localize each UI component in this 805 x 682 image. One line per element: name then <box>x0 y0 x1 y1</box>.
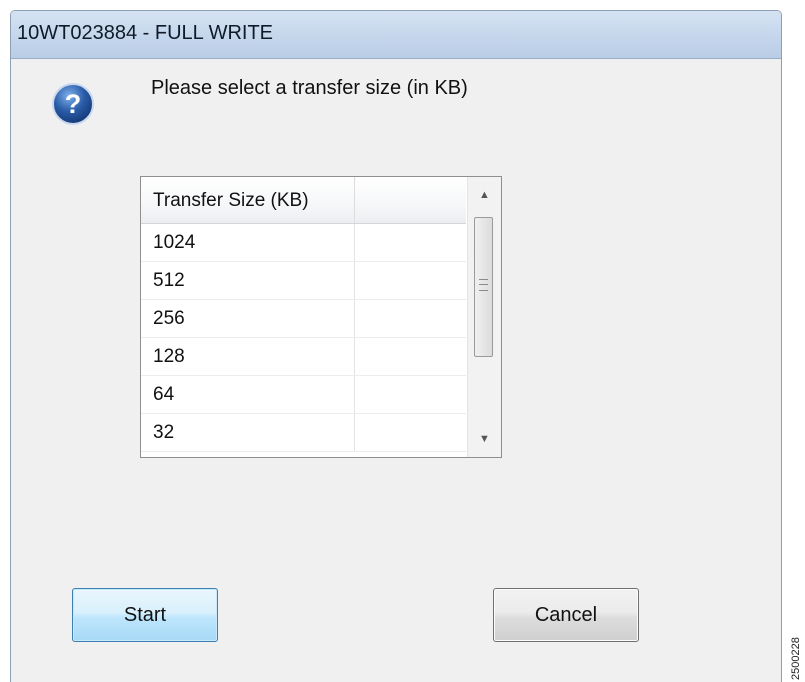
list-rows: 1024 512 256 128 64 32 <box>141 224 466 452</box>
list-item-value: 1024 <box>153 232 196 253</box>
list-item-value: 128 <box>153 346 185 367</box>
start-button[interactable]: Start <box>72 588 218 642</box>
transfer-size-list[interactable]: Transfer Size (KB) 1024 512 256 128 64 3… <box>140 176 502 458</box>
list-header: Transfer Size (KB) <box>141 177 466 224</box>
window-title: 10WT023884 - FULL WRITE <box>17 22 274 44</box>
list-item[interactable]: 1024 <box>141 224 466 262</box>
svg-text:?: ? <box>65 89 82 119</box>
figure-id: 2500228 <box>786 618 804 682</box>
list-item-value: 32 <box>153 422 175 443</box>
scroll-up-icon[interactable]: ▲ <box>468 181 501 209</box>
list-item[interactable]: 128 <box>141 338 466 376</box>
cancel-button[interactable]: Cancel <box>493 588 639 642</box>
column-header-transfer-size[interactable]: Transfer Size (KB) <box>141 177 355 223</box>
grip-icon <box>479 279 488 291</box>
list-item[interactable]: 256 <box>141 300 466 338</box>
list-item-value: 512 <box>153 270 185 291</box>
title-bar[interactable]: 10WT023884 - FULL WRITE <box>11 11 781 59</box>
vertical-scrollbar[interactable]: ▲ ▼ <box>467 177 501 457</box>
figure-id-text: 2500228 <box>790 637 802 680</box>
dialog-window: 10WT023884 - FULL WRITE ? Please select … <box>10 10 782 682</box>
list-item-value: 64 <box>153 384 175 405</box>
scroll-down-icon[interactable]: ▼ <box>468 425 501 453</box>
list-item[interactable]: 512 <box>141 262 466 300</box>
question-icon: ? <box>52 83 94 125</box>
list-item[interactable]: 64 <box>141 376 466 414</box>
prompt-text: Please select a transfer size (in KB) <box>151 77 468 99</box>
list-item-value: 256 <box>153 308 185 329</box>
list-item[interactable]: 32 <box>141 414 466 452</box>
column-header-empty[interactable] <box>355 177 466 223</box>
scrollbar-thumb[interactable] <box>474 217 493 357</box>
